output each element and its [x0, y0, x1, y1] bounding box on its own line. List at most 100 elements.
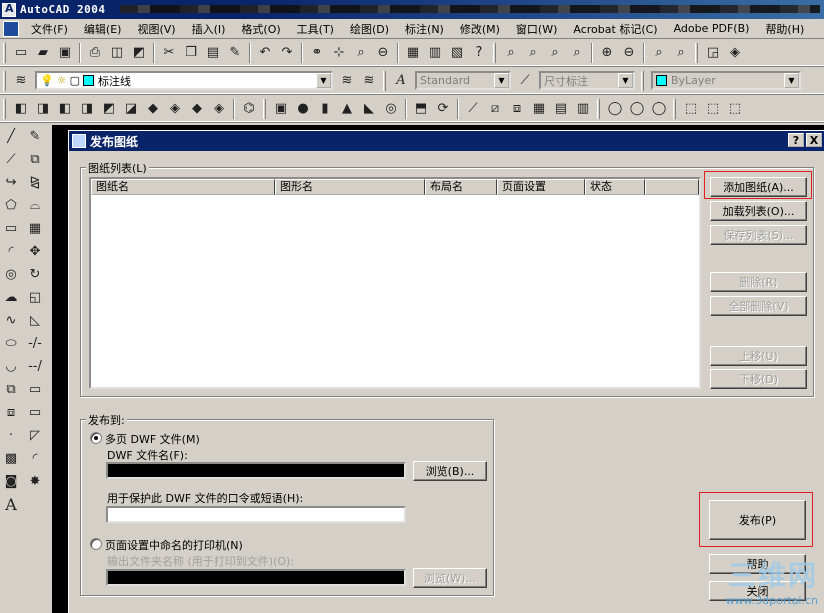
undo-icon[interactable]: ↶	[255, 43, 275, 63]
menu-view[interactable]: 视图(V)	[129, 21, 183, 37]
multi-sheet-dwf-label[interactable]: 多页 DWF 文件(M)	[105, 431, 200, 447]
remove-all-button[interactable]: 全部删除(V)	[710, 296, 807, 316]
tool-palettes-icon[interactable]: ▧	[447, 43, 467, 63]
region-icon[interactable]: ◙	[1, 471, 21, 492]
stretch-icon[interactable]: ◺	[25, 310, 45, 331]
zoom-in-icon[interactable]: ⊕	[597, 43, 617, 63]
layer-manager-icon[interactable]: ≋	[11, 71, 31, 91]
view-bottom-icon[interactable]: ◨	[33, 99, 53, 119]
view-right-icon[interactable]: ◨	[77, 99, 97, 119]
torus-icon[interactable]: ◎	[381, 99, 401, 119]
zoom-all-icon[interactable]: ⌕	[649, 43, 669, 63]
point-icon[interactable]: ·	[1, 425, 21, 446]
chevron-down-icon[interactable]: ▼	[618, 73, 633, 88]
zoom-center-icon[interactable]: ⌕	[567, 43, 587, 63]
paste-icon[interactable]: ▤	[203, 43, 223, 63]
offset-icon[interactable]: ⌓	[25, 195, 45, 216]
col-sheet-name[interactable]: 图纸名	[91, 179, 275, 195]
view-sw-iso-icon[interactable]: ◆	[143, 99, 163, 119]
view-nw-iso-icon[interactable]: ◈	[209, 99, 229, 119]
make-block-icon[interactable]: ⧈	[1, 402, 21, 423]
menu-modify[interactable]: 修改(M)	[452, 21, 508, 37]
slice-icon[interactable]: ⟋	[463, 99, 483, 119]
break-at-point-icon[interactable]: ▭	[25, 379, 45, 400]
insert-block-icon[interactable]: ⧉	[1, 379, 21, 400]
zoom-realtime-icon[interactable]: ⌕	[351, 43, 371, 63]
output-folder-input[interactable]	[106, 569, 406, 586]
print-icon[interactable]: ⎙	[85, 43, 105, 63]
mirror-icon[interactable]: ⧎	[25, 172, 45, 193]
wedge-icon[interactable]: ◣	[359, 99, 379, 119]
dwf-filename-input[interactable]	[106, 462, 406, 479]
multi-sheet-dwf-radio[interactable]	[90, 432, 102, 444]
make-layer-current-icon[interactable]: ≋	[337, 71, 357, 91]
move-up-button[interactable]: 上移(U)	[710, 346, 807, 366]
named-plotter-radio[interactable]	[90, 538, 102, 550]
section-icon[interactable]: ⧄	[485, 99, 505, 119]
spline-icon[interactable]: ∿	[1, 310, 21, 331]
copy-object-icon[interactable]: ⧉	[25, 149, 45, 170]
ucs-origin-icon[interactable]: ⬚	[703, 99, 723, 119]
chevron-down-icon[interactable]: ▼	[316, 73, 331, 88]
col-layout-name[interactable]: 布局名	[425, 179, 497, 195]
setup-drawing-icon[interactable]: ▦	[529, 99, 549, 119]
trim-icon[interactable]: -/-	[25, 333, 45, 354]
sheet-list[interactable]: 图纸名 图形名 布局名 页面设置 状态	[89, 177, 701, 389]
layer-dropdown[interactable]: 💡 ☼ ▢ 标注线 ▼	[35, 71, 333, 90]
password-input[interactable]	[106, 506, 406, 523]
color-dropdown[interactable]: ByLayer ▼	[651, 71, 801, 90]
hyperlink-icon[interactable]: ⚭	[307, 43, 327, 63]
multiline-text-icon[interactable]: A	[1, 494, 21, 515]
zoom-out-icon[interactable]: ⊖	[619, 43, 639, 63]
polyline-icon[interactable]: ↪	[1, 172, 21, 193]
zoom-dynamic-icon[interactable]: ⌕	[523, 43, 543, 63]
menu-adobe-pdf[interactable]: Adobe PDF(B)	[666, 22, 758, 35]
extend-icon[interactable]: --/	[25, 356, 45, 377]
arc-icon[interactable]: ◜	[1, 241, 21, 262]
zoom-prev-icon[interactable]: ⊖	[373, 43, 393, 63]
box-icon[interactable]: ▣	[271, 99, 291, 119]
save-icon[interactable]: ▣	[55, 43, 75, 63]
menu-insert[interactable]: 插入(I)	[184, 21, 234, 37]
view-left-icon[interactable]: ◧	[55, 99, 75, 119]
menu-draw[interactable]: 绘图(D)	[342, 21, 397, 37]
help-button[interactable]: ?	[788, 133, 804, 147]
save-list-button[interactable]: 保存列表(S)...	[710, 225, 807, 245]
remove-button[interactable]: 删除(R)	[710, 272, 807, 292]
toolbar-grip[interactable]	[3, 42, 6, 63]
extrude-icon[interactable]: ⬒	[411, 99, 431, 119]
chevron-down-icon[interactable]: ▼	[784, 73, 799, 88]
setup-profile-icon[interactable]: ▥	[573, 99, 593, 119]
ellipse-arc-icon[interactable]: ◡	[1, 356, 21, 377]
col-status[interactable]: 状态	[585, 179, 645, 195]
subtract-icon[interactable]: ◯	[627, 99, 647, 119]
view-front-icon[interactable]: ◩	[99, 99, 119, 119]
cut-icon[interactable]: ✂	[159, 43, 179, 63]
menu-acrobat-markup[interactable]: Acrobat 标记(C)	[565, 21, 665, 37]
erase-icon[interactable]: ✎	[25, 126, 45, 147]
dim-style-dropdown[interactable]: 尺寸标注 ▼	[539, 71, 635, 90]
break-icon[interactable]: ▭	[25, 402, 45, 423]
polygon-icon[interactable]: ⬠	[1, 195, 21, 216]
3d-view-icon[interactable]: ◈	[725, 43, 745, 63]
new-icon[interactable]: ▭	[11, 43, 31, 63]
help-icon[interactable]: ?	[469, 43, 489, 63]
hatch-icon[interactable]: ▩	[1, 448, 21, 469]
line-icon[interactable]: ╱	[1, 126, 21, 147]
construction-line-icon[interactable]: ⟋	[1, 149, 21, 170]
intersect-icon[interactable]: ◯	[649, 99, 669, 119]
fillet-icon[interactable]: ◜	[25, 448, 45, 469]
chevron-down-icon[interactable]: ▼	[494, 73, 509, 88]
menu-format[interactable]: 格式(O)	[233, 21, 288, 37]
array-icon[interactable]: ▦	[25, 218, 45, 239]
text-style-icon[interactable]: A	[391, 71, 411, 91]
cone-icon[interactable]: ▲	[337, 99, 357, 119]
move-down-button[interactable]: 下移(D)	[710, 369, 807, 389]
revolve-icon[interactable]: ⟳	[433, 99, 453, 119]
named-plotter-label[interactable]: 页面设置中命名的打印机(N)	[105, 537, 243, 553]
menu-edit[interactable]: 编辑(E)	[76, 21, 130, 37]
redo-icon[interactable]: ↷	[277, 43, 297, 63]
move-icon[interactable]: ✥	[25, 241, 45, 262]
rectangle-icon[interactable]: ▭	[1, 218, 21, 239]
text-style-dropdown[interactable]: Standard ▼	[415, 71, 511, 90]
